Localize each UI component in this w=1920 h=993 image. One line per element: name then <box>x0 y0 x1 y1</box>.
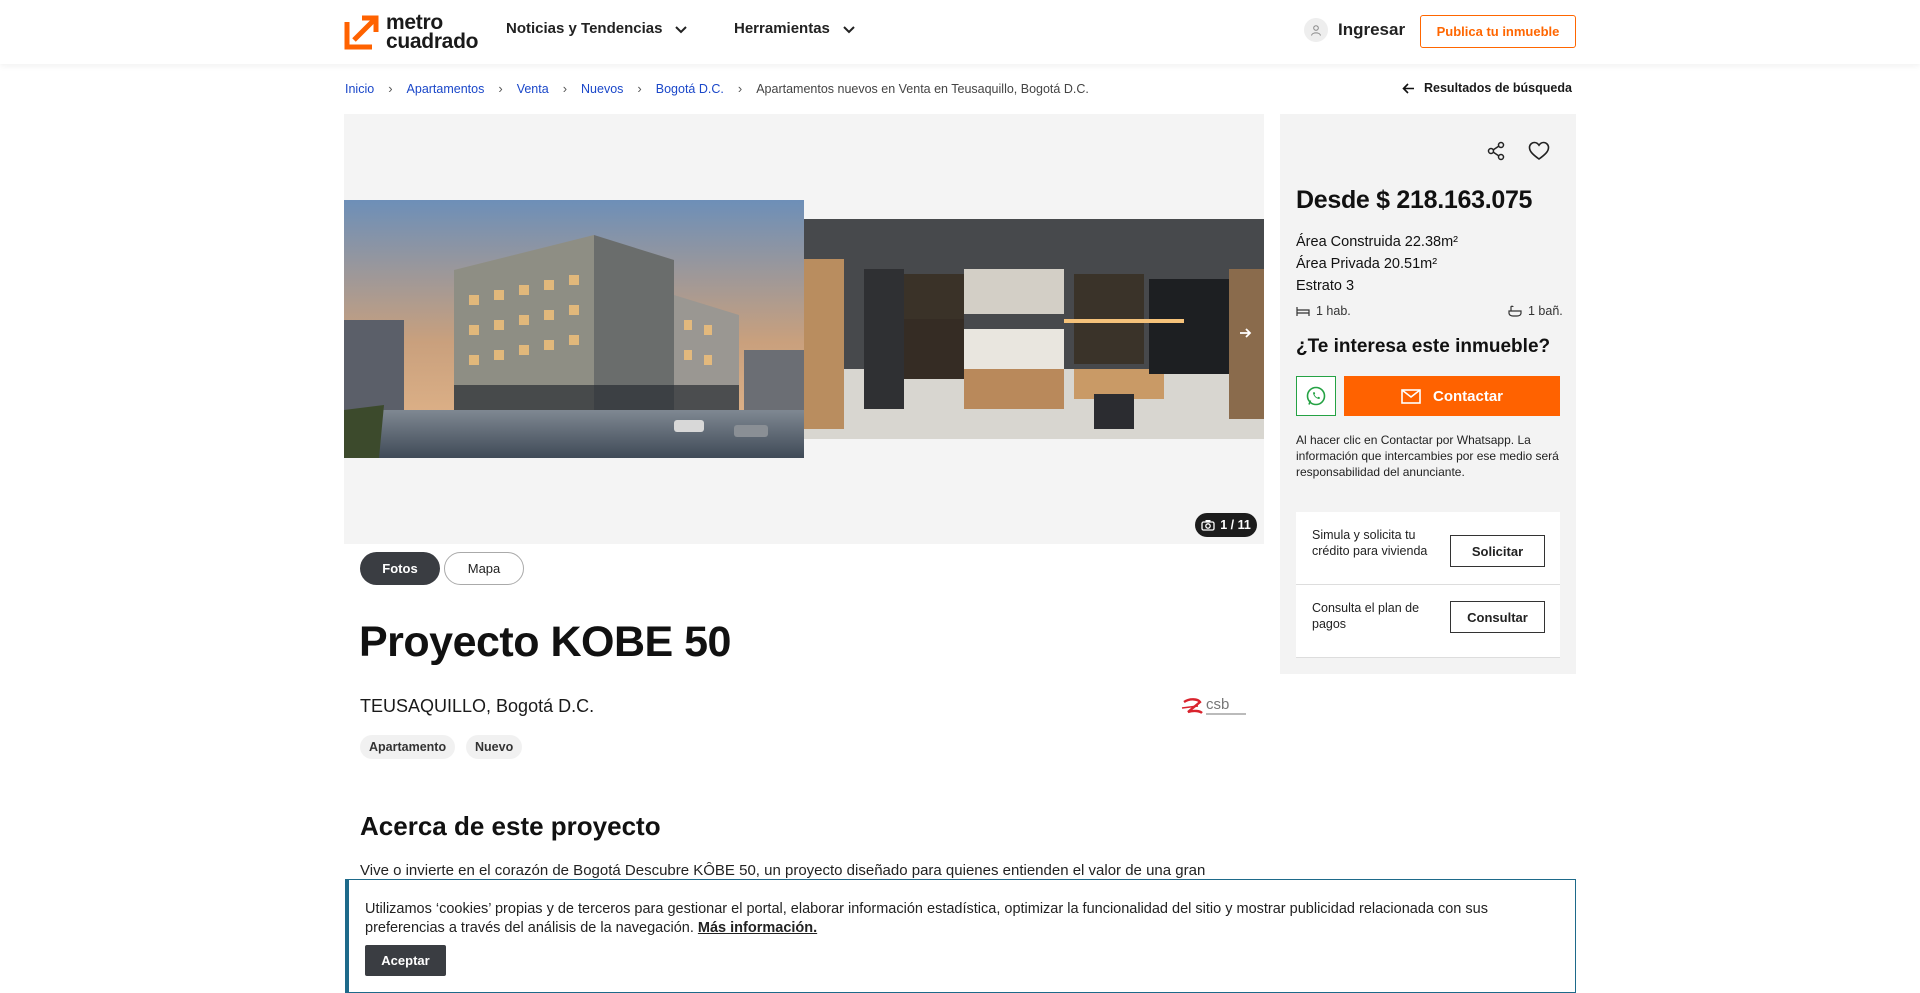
breadcrumb-apartamentos[interactable]: Apartamentos <box>407 82 485 96</box>
interest-title: ¿Te interesa este inmueble? <box>1296 336 1551 357</box>
payment-plan-label: Consulta el plan de pagos <box>1312 601 1420 631</box>
breadcrumb-nuevos[interactable]: Nuevos <box>581 82 623 96</box>
cookie-banner: Utilizamos ‘cookies’ propias y de tercer… <box>345 879 1576 993</box>
site-logo[interactable]: metro cuadrado <box>344 12 479 53</box>
credit-simulate-label: Simula y solicita tu crédito para vivien… <box>1312 528 1428 558</box>
contact-disclaimer: Al hacer clic en Contactar por Whatsapp.… <box>1296 433 1559 479</box>
publish-property-button[interactable]: Publica tu inmueble <box>1420 15 1576 48</box>
area-private: Área Privada 20.51m² <box>1296 256 1438 272</box>
contact-label: Contactar <box>1432 387 1503 405</box>
credit-row-simulate: Simula y solicita tu crédito para vivien… <box>1296 512 1560 585</box>
share-icon[interactable] <box>1483 138 1509 164</box>
cookie-accept-button[interactable]: Aceptar <box>365 945 446 976</box>
estrato: Estrato 3 <box>1296 278 1355 294</box>
back-to-results-link[interactable]: Resultados de búsqueda <box>1402 81 1572 95</box>
chevron-down-icon <box>843 25 855 33</box>
breadcrumb-venta[interactable]: Venta <box>517 82 549 96</box>
property-summary-card: Desde $ 218.163.075 Área Construida 22.3… <box>1280 114 1576 674</box>
user-icon <box>1304 18 1328 42</box>
nav-noticias[interactable]: Noticias y Tendencias <box>506 20 688 37</box>
logo-mark-icon <box>344 15 379 50</box>
cookie-more-info-link[interactable]: Más información. <box>698 920 817 936</box>
nav-noticias-label: Noticias y Tendencias <box>506 20 663 37</box>
consultar-button[interactable]: Consultar <box>1450 601 1545 633</box>
baths-text: 1 bañ. <box>1528 304 1563 318</box>
camera-icon <box>1201 520 1215 531</box>
mail-icon <box>1401 388 1421 404</box>
breadcrumb-inicio[interactable]: Inicio <box>345 82 374 96</box>
about-project-title: Acerca de este proyecto <box>360 811 661 841</box>
tag-apartamento: Apartamento <box>360 735 456 759</box>
nav-herramientas[interactable]: Herramientas <box>734 20 856 37</box>
tag-nuevo: Nuevo <box>466 735 523 759</box>
breadcrumb-separator: › <box>562 81 568 96</box>
cookie-text: Utilizamos ‘cookies’ propias y de tercer… <box>365 901 1488 936</box>
credit-options: Simula y solicita tu crédito para vivien… <box>1296 512 1560 658</box>
arrow-left-icon <box>1402 82 1414 94</box>
heart-icon[interactable] <box>1526 138 1552 164</box>
photo-gallery: 1 / 11 <box>344 114 1264 544</box>
logo-text-cuadrado: cuadrado <box>386 30 479 53</box>
breadcrumb-bogota[interactable]: Bogotá D.C. <box>656 82 724 96</box>
photo-counter-text: 1 / 11 <box>1220 518 1251 532</box>
whatsapp-icon <box>1306 386 1326 406</box>
photo-counter: 1 / 11 <box>1195 513 1257 537</box>
breadcrumb-separator: › <box>498 81 503 96</box>
tab-fotos[interactable]: Fotos <box>360 552 440 585</box>
project-location: TEUSAQUILLO, Bogotá D.C. <box>360 696 595 716</box>
chevron-down-icon <box>675 25 688 33</box>
tab-mapa[interactable]: Mapa <box>444 552 524 585</box>
login-button[interactable]: Ingresar <box>1304 18 1405 42</box>
solicitar-button[interactable]: Solicitar <box>1450 535 1545 567</box>
project-title: Proyecto KOBE 50 <box>359 618 731 666</box>
login-label: Ingresar <box>1338 20 1406 39</box>
photo-building-exterior[interactable] <box>344 200 804 458</box>
contact-button[interactable]: Contactar <box>1344 376 1560 416</box>
baths-info: 1 bañ. <box>1508 304 1563 318</box>
rooms-text: 1 hab. <box>1316 304 1351 318</box>
price: Desde $ 218.163.075 <box>1296 186 1533 214</box>
nav-herramientas-label: Herramientas <box>734 20 830 37</box>
area-built: Área Construida 22.38m² <box>1296 234 1458 250</box>
breadcrumb-separator: › <box>737 81 743 96</box>
about-project-text: Vive o invierte en el corazón de Bogotá … <box>360 862 1206 879</box>
rooms-info: 1 hab. <box>1296 304 1351 318</box>
gallery-next-arrow-icon[interactable] <box>1234 322 1256 344</box>
bed-icon <box>1296 307 1310 316</box>
breadcrumb: Inicio › Apartamentos › Venta › Nuevos ›… <box>345 81 1089 96</box>
photo-apartment-interior[interactable] <box>804 219 1264 439</box>
bathtub-icon <box>1508 305 1522 317</box>
site-header: metro cuadrado Noticias y Tendencias Her… <box>0 0 1920 64</box>
breadcrumb-separator: › <box>637 81 642 96</box>
breadcrumb-current: Apartamentos nuevos en Venta en Teusaqui… <box>756 81 1089 96</box>
credit-row-payment-plan: Consulta el plan de pagos Consultar <box>1296 585 1560 658</box>
breadcrumb-separator: › <box>388 81 393 96</box>
back-to-results-label: Resultados de búsqueda <box>1424 81 1572 95</box>
cookie-message: Utilizamos ‘cookies’ propias y de tercer… <box>365 900 1560 938</box>
svg-text:csb: csb <box>1206 696 1229 713</box>
agency-logo[interactable]: csb <box>1180 694 1250 720</box>
whatsapp-button[interactable] <box>1296 376 1336 416</box>
